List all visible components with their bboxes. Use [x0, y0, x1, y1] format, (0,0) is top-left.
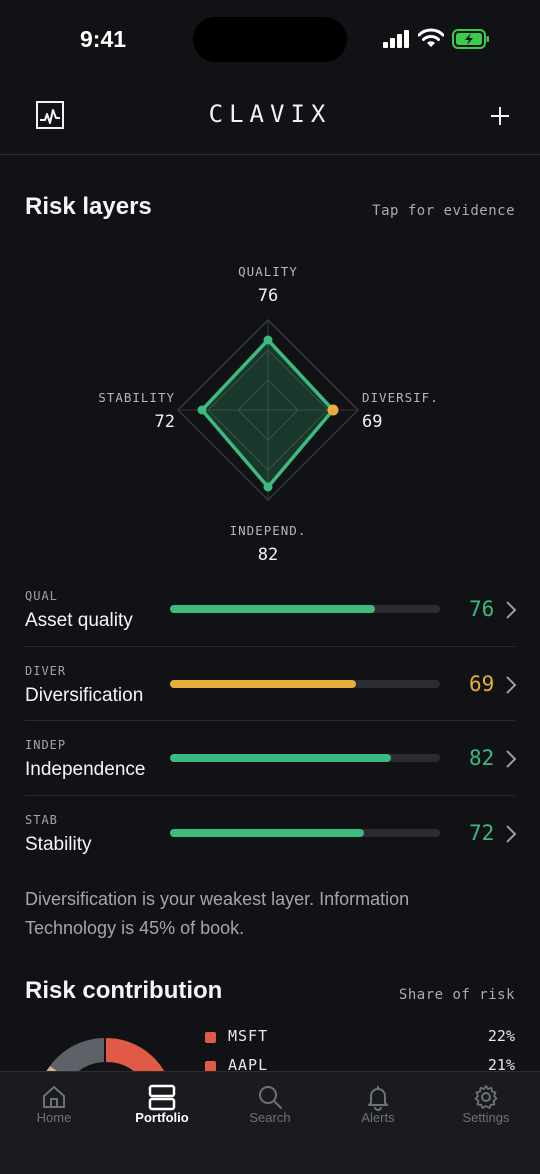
layer-score: 69 [469, 671, 495, 696]
risk-insight-text: Diversification is your weakest layer. I… [25, 889, 410, 938]
legend-ticker: MSFT [228, 1027, 269, 1045]
legend-share: 22% [487, 1027, 515, 1045]
layer-bar-fill [170, 828, 365, 837]
layer-row-stability[interactable]: STAB Stability 72 [25, 796, 517, 871]
radar-point-independence [263, 482, 273, 492]
layer-bar-track [170, 754, 440, 762]
radar-value-quality: 76 [258, 286, 278, 306]
risk-contribution-title: Risk contribution [25, 977, 223, 1004]
risk-layer-list: QUAL Asset quality 76 DIVER Diversificat… [25, 572, 517, 871]
legend-swatch [205, 1032, 216, 1043]
tab-label: Home [36, 1110, 72, 1125]
tab-label: Settings [462, 1110, 510, 1125]
layer-name: Diversification [25, 684, 144, 706]
radar-value-stability: 72 [155, 412, 175, 432]
layer-bar-fill [170, 605, 376, 613]
radar-point-stability [197, 405, 207, 415]
tab-portfolio[interactable]: Portfolio [108, 1072, 216, 1142]
tab-alerts[interactable]: Alerts [324, 1072, 432, 1142]
layer-score: 72 [469, 820, 495, 845]
layer-bar-track [170, 605, 440, 613]
layer-code: QUAL [25, 589, 58, 603]
chevron-right-icon [506, 750, 517, 768]
radar-label-stability: STABILITY [98, 390, 175, 405]
wifi-icon [418, 28, 444, 47]
chevron-right-icon [506, 675, 517, 694]
search-icon [259, 1086, 282, 1109]
tab-search[interactable]: Search [216, 1072, 324, 1142]
layer-row-independence[interactable]: INDEP Independence 82 [25, 721, 517, 796]
layer-code: STAB [25, 812, 58, 827]
risk-radar-chart[interactable]: QUALITY 76 DIVERSIF. 69 STABILITY 72 IND… [0, 250, 540, 580]
tab-home[interactable]: Home [0, 1072, 108, 1142]
layer-row-diversification[interactable]: DIVER Diversification 69 [25, 647, 517, 721]
status-time: 9:41 [80, 26, 127, 52]
layer-row-quality[interactable]: QUAL Asset quality 76 [25, 572, 517, 647]
radar-label-independence: INDEPEND. [230, 523, 307, 538]
layer-name: Independence [25, 759, 146, 780]
radar-value-independence: 82 [258, 545, 278, 565]
radar-value-diversification: 69 [362, 412, 382, 432]
tab-label: Portfolio [135, 1110, 189, 1125]
radar-point-quality [263, 335, 273, 345]
layer-code: DIVER [25, 663, 67, 678]
radar-point-diversification [327, 404, 339, 416]
tab-bar: Home Portfolio Search Alerts Settings [0, 1071, 540, 1174]
layer-score: 82 [469, 746, 495, 770]
radar-shape [200, 338, 335, 489]
layer-bar-track [170, 828, 440, 837]
risk-contribution-hint: Share of risk [398, 987, 515, 1003]
chevron-right-icon [506, 824, 517, 843]
app-brand: CLAVIX [208, 100, 332, 128]
layer-code: INDEP [25, 738, 67, 752]
top-nav: CLAVIX [0, 80, 540, 155]
layer-score: 76 [469, 597, 495, 621]
layer-name: Stability [25, 833, 92, 855]
layer-bar-fill [170, 679, 357, 688]
layer-name: Asset quality [25, 610, 133, 631]
dynamic-island [193, 17, 347, 62]
add-icon[interactable] [489, 105, 511, 127]
chevron-right-icon [506, 601, 517, 619]
risk-layers-hint[interactable]: Tap for evidence [372, 203, 515, 219]
signal-icon [383, 30, 409, 48]
battery-icon [452, 29, 489, 49]
radar-label-diversification: DIVERSIF. [362, 390, 439, 405]
risk-contribution-donut[interactable] [30, 1030, 180, 1075]
tab-label: Search [249, 1110, 291, 1125]
risk-layers-title: Risk layers [25, 193, 152, 220]
tab-label: Alerts [361, 1110, 395, 1125]
tab-settings[interactable]: Settings [432, 1072, 540, 1142]
layer-bar-track [170, 679, 440, 688]
status-bar: 9:41 [0, 0, 540, 80]
gear-icon [474, 1085, 498, 1109]
portfolio-icon [148, 1084, 176, 1111]
bell-icon [368, 1086, 388, 1111]
radar-label-quality: QUALITY [238, 264, 298, 279]
home-icon [43, 1086, 65, 1108]
layer-bar-fill [170, 754, 392, 762]
legend-item[interactable]: MSFT 22% [205, 1023, 515, 1052]
